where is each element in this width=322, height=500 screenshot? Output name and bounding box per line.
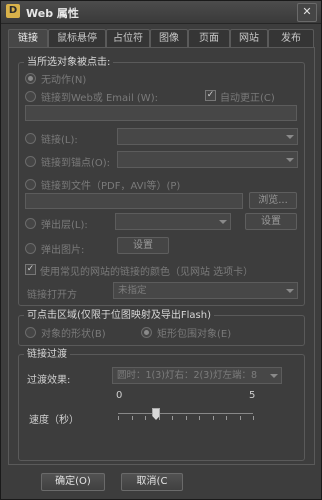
link-file-radio[interactable]: [25, 179, 36, 190]
slider-track: [118, 413, 253, 414]
tab-page[interactable]: 页面: [188, 29, 230, 47]
tab-publish[interactable]: 发布: [268, 29, 314, 47]
speed-min-label: 0: [116, 390, 123, 401]
tab-link[interactable]: 链接: [8, 29, 48, 48]
slider-tick: [145, 416, 146, 420]
speed-slider[interactable]: [118, 401, 254, 423]
link-web-email-radio[interactable]: [25, 91, 36, 102]
link-anchor-radio[interactable]: [25, 156, 36, 167]
no-action-label: 无动作(N): [41, 75, 87, 86]
chevron-down-icon: [270, 374, 278, 378]
slider-tick: [253, 416, 254, 420]
speed-max-label: 5: [249, 390, 256, 401]
click-action-group: 当所选对象被点击: 无动作(N) 链接到Web或 Email (W): ✓ 自动…: [18, 56, 305, 306]
slider-tick: [118, 416, 119, 420]
click-action-legend: 当所选对象被点击:: [24, 56, 114, 69]
window-title: Web 属性: [26, 7, 79, 20]
link-radio[interactable]: [25, 133, 36, 144]
no-action-radio[interactable]: [25, 73, 36, 84]
link-transition-group: 链接过渡 过渡效果: 圆时：1(3)灯右：2(3)灯左端：8 0 5 速度（秒）: [18, 348, 305, 461]
object-shape-radio[interactable]: [25, 327, 36, 338]
clickable-area-group: 可点击区域(仅限于位图映射及导出Flash) 对象的形状(B) 矩形包围对象(E…: [18, 309, 305, 346]
rect-box-radio[interactable]: [141, 327, 152, 338]
effect-select[interactable]: 圆时：1(3)灯右：2(3)灯左端：8: [112, 367, 282, 384]
popup-image-radio[interactable]: [25, 243, 36, 254]
slider-tick: [213, 416, 214, 420]
use-site-colors-checkbox[interactable]: ✓: [25, 264, 36, 275]
object-shape-label: 对象的形状(B): [41, 329, 106, 340]
tab-image[interactable]: 图像: [150, 29, 188, 47]
popup-layer-select[interactable]: [115, 213, 231, 230]
tab-placeholder[interactable]: 占位符: [106, 29, 150, 47]
slider-tick: [199, 416, 200, 420]
rect-box-label: 矩形包围对象(E): [157, 329, 232, 340]
popup-layer-label: 弹出层(L):: [41, 220, 88, 231]
file-path-input[interactable]: [25, 193, 243, 209]
anchor-select[interactable]: [117, 151, 298, 168]
auto-update-label: 自动更正(C): [220, 93, 275, 104]
chevron-down-icon: [286, 158, 294, 162]
app-icon: D: [6, 4, 20, 18]
open-mode-select[interactable]: 未指定: [113, 282, 298, 299]
effect-value: 圆时：1(3)灯右：2(3)灯左端：8: [117, 370, 258, 381]
slider-tick: [186, 416, 187, 420]
popup-image-settings-button[interactable]: 设置: [117, 237, 169, 254]
link-file-label: 链接到文件（PDF，AVI等）(P): [41, 181, 181, 192]
link-web-email-label: 链接到Web或 Email (W):: [41, 93, 158, 104]
popup-layer-settings-button[interactable]: 设置: [245, 213, 297, 230]
slider-tick: [172, 416, 173, 420]
browse-button[interactable]: 浏览...: [249, 192, 297, 209]
clickable-area-legend: 可点击区域(仅限于位图映射及导出Flash): [24, 309, 215, 322]
tab-panel: 当所选对象被点击: 无动作(N) 链接到Web或 Email (W): ✓ 自动…: [8, 47, 315, 465]
web-email-input[interactable]: [25, 105, 297, 121]
chevron-down-icon: [219, 220, 227, 224]
ok-button[interactable]: 确定(O): [41, 473, 105, 491]
link-select[interactable]: [117, 128, 298, 145]
speed-label: 速度（秒）: [29, 415, 79, 426]
tab-site[interactable]: 网站: [230, 29, 268, 47]
use-site-colors-label: 使用常见的网站的链接的颜色（见网站 选项卡）: [40, 267, 254, 278]
web-properties-dialog: D Web 属性 ✕ 链接 鼠标悬停 占位符 图像 页面 网站 发布 当所选对象…: [0, 0, 322, 500]
link-anchor-label: 链接到锚点(O):: [41, 158, 111, 169]
title-bar: D Web 属性 ✕: [1, 1, 321, 24]
slider-tick: [240, 416, 241, 420]
link-transition-legend: 链接过渡: [24, 348, 70, 361]
cancel-button[interactable]: 取消(C: [121, 473, 183, 491]
tab-mouseover[interactable]: 鼠标悬停: [48, 29, 106, 47]
auto-update-checkbox[interactable]: ✓: [205, 90, 216, 101]
popup-layer-radio[interactable]: [25, 218, 36, 229]
popup-image-label: 弹出图片:: [41, 245, 85, 256]
chevron-down-icon: [286, 135, 294, 139]
slider-tick: [226, 416, 227, 420]
open-mode-value: 未指定: [118, 285, 147, 296]
effect-label: 过渡效果:: [27, 375, 71, 386]
slider-tick: [132, 416, 133, 420]
close-icon[interactable]: ✕: [297, 3, 317, 22]
open-mode-label: 链接打开方: [27, 290, 77, 301]
link-label: 链接(L):: [41, 135, 78, 146]
chevron-down-icon: [286, 289, 294, 293]
